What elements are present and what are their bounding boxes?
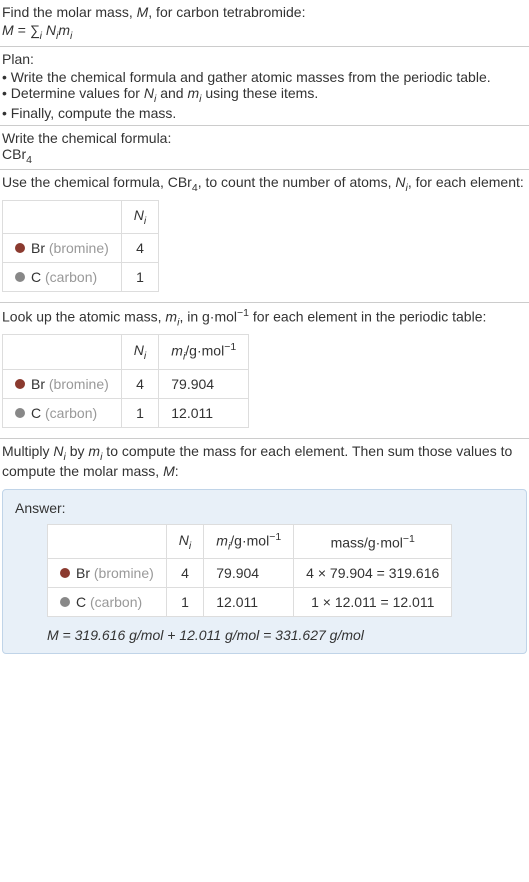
plan-item-2: • Determine values for Ni and mi using t… — [2, 85, 527, 105]
element-br: Br (bromine) — [3, 369, 122, 398]
c-dot-icon — [15, 408, 25, 418]
multiply-text: Multiply Ni by mi to compute the mass fo… — [2, 443, 527, 479]
atomic-mass-section: Look up the atomic mass, mi, in g·mol−1 … — [0, 303, 529, 439]
table-header-row: Ni — [3, 201, 159, 234]
plan-item-3: • Finally, compute the mass. — [2, 105, 527, 121]
element-c: C (carbon) — [3, 262, 122, 291]
table-row: Br (bromine) 4 79.904 — [3, 369, 249, 398]
br-calc: 4 × 79.904 = 319.616 — [294, 559, 452, 588]
answer-label: Answer: — [15, 500, 514, 516]
mass-header: mass/g·mol−1 — [294, 524, 452, 558]
table-header-row: Ni mi/g·mol−1 — [3, 335, 249, 369]
br-dot-icon — [60, 568, 70, 578]
mi-header: mi/g·mol−1 — [159, 335, 249, 369]
element-br: Br (bromine) — [48, 559, 167, 588]
atomic-table: Ni mi/g·mol−1 Br (bromine) 4 79.904 C (c… — [2, 334, 249, 427]
empty-header — [48, 524, 167, 558]
ni-header: Ni — [166, 524, 203, 558]
c-count: 1 — [121, 398, 158, 427]
plan-title: Plan: — [2, 51, 527, 67]
plan-list: • Write the chemical formula and gather … — [2, 69, 527, 121]
c-count: 1 — [121, 262, 158, 291]
br-count: 4 — [166, 559, 203, 588]
table-row: Br (bromine) 4 — [3, 233, 159, 262]
table-row: C (carbon) 1 12.011 1 × 12.011 = 12.011 — [48, 588, 452, 617]
count-section: Use the chemical formula, CBr4, to count… — [0, 170, 529, 303]
mi-header: mi/g·mol−1 — [204, 524, 294, 558]
intro-text: Find the molar mass, M, for carbon tetra… — [2, 4, 527, 20]
table-row: C (carbon) 1 — [3, 262, 159, 291]
chemical-formula: CBr4 — [2, 146, 527, 166]
count-text: Use the chemical formula, CBr4, to count… — [2, 174, 527, 194]
chemical-formula-section: Write the chemical formula: CBr4 — [0, 126, 529, 171]
atomic-text: Look up the atomic mass, mi, in g·mol−1 … — [2, 307, 527, 328]
c-count: 1 — [166, 588, 203, 617]
c-mass: 12.011 — [159, 398, 249, 427]
answer-box: Answer: Ni mi/g·mol−1 mass/g·mol−1 Br (b… — [2, 489, 527, 654]
c-calc: 1 × 12.011 = 12.011 — [294, 588, 452, 617]
br-dot-icon — [15, 379, 25, 389]
plan-item-1: • Write the chemical formula and gather … — [2, 69, 527, 85]
br-dot-icon — [15, 243, 25, 253]
element-br: Br (bromine) — [3, 233, 122, 262]
intro-section: Find the molar mass, M, for carbon tetra… — [0, 0, 529, 47]
chemical-formula-title: Write the chemical formula: — [2, 130, 527, 146]
c-mass: 12.011 — [204, 588, 294, 617]
final-result: M = 319.616 g/mol + 12.011 g/mol = 331.6… — [47, 627, 514, 643]
table-row: C (carbon) 1 12.011 — [3, 398, 249, 427]
c-dot-icon — [15, 272, 25, 282]
answer-table: Ni mi/g·mol−1 mass/g·mol−1 Br (bromine) … — [47, 524, 452, 617]
molar-mass-formula: M = ∑i Nimi — [2, 22, 527, 42]
element-c: C (carbon) — [48, 588, 167, 617]
plan-section: Plan: • Write the chemical formula and g… — [0, 47, 529, 126]
br-count: 4 — [121, 233, 158, 262]
multiply-section: Multiply Ni by mi to compute the mass fo… — [0, 439, 529, 483]
c-dot-icon — [60, 597, 70, 607]
br-mass: 79.904 — [159, 369, 249, 398]
ni-header: Ni — [121, 201, 158, 234]
count-table: Ni Br (bromine) 4 C (carbon) 1 — [2, 200, 159, 292]
empty-header — [3, 201, 122, 234]
empty-header — [3, 335, 122, 369]
table-header-row: Ni mi/g·mol−1 mass/g·mol−1 — [48, 524, 452, 558]
table-row: Br (bromine) 4 79.904 4 × 79.904 = 319.6… — [48, 559, 452, 588]
br-mass: 79.904 — [204, 559, 294, 588]
br-count: 4 — [121, 369, 158, 398]
ni-header: Ni — [121, 335, 158, 369]
element-c: C (carbon) — [3, 398, 122, 427]
